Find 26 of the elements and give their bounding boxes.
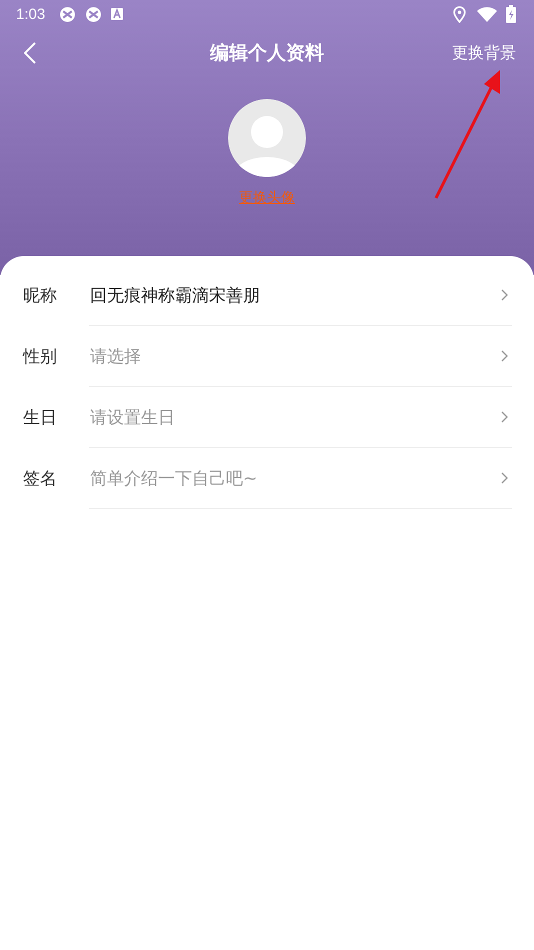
profile-row[interactable]: 生日 请设置生日 xyxy=(0,387,534,448)
field-placeholder: 简单介绍一下自己吧~ xyxy=(90,468,258,490)
wifi-icon xyxy=(477,6,497,22)
app-notification-icon xyxy=(59,6,76,22)
status-time: 1:03 xyxy=(16,6,46,22)
field-label: 生日 xyxy=(22,407,58,430)
field-placeholder: 请设置生日 xyxy=(90,406,176,428)
chevron-right-icon xyxy=(501,411,508,423)
profile-row[interactable]: 签名 简单介绍一下自己吧~ xyxy=(0,448,534,509)
field-label: 性别 xyxy=(22,346,58,369)
battery-icon xyxy=(506,5,516,23)
field-label: 昵称 xyxy=(22,285,58,308)
change-background-button[interactable]: 更换背景 xyxy=(452,42,516,64)
location-icon xyxy=(451,6,468,22)
profile-row[interactable]: 昵称 回无痕神称霸滴宋善朋 xyxy=(0,265,534,326)
chevron-right-icon xyxy=(501,289,508,301)
chevron-right-icon xyxy=(501,350,508,362)
page-title: 编辑个人资料 xyxy=(210,41,324,66)
field-placeholder: 请选择 xyxy=(90,346,142,368)
avatar-icon[interactable] xyxy=(228,99,306,177)
app-notification-icon xyxy=(85,6,102,22)
font-notification-icon xyxy=(111,8,124,20)
field-label: 签名 xyxy=(22,468,58,491)
chevron-right-icon xyxy=(501,472,508,484)
profile-row[interactable]: 性别 请选择 xyxy=(0,326,534,387)
field-value: 回无痕神称霸滴宋善朋 xyxy=(90,284,261,306)
